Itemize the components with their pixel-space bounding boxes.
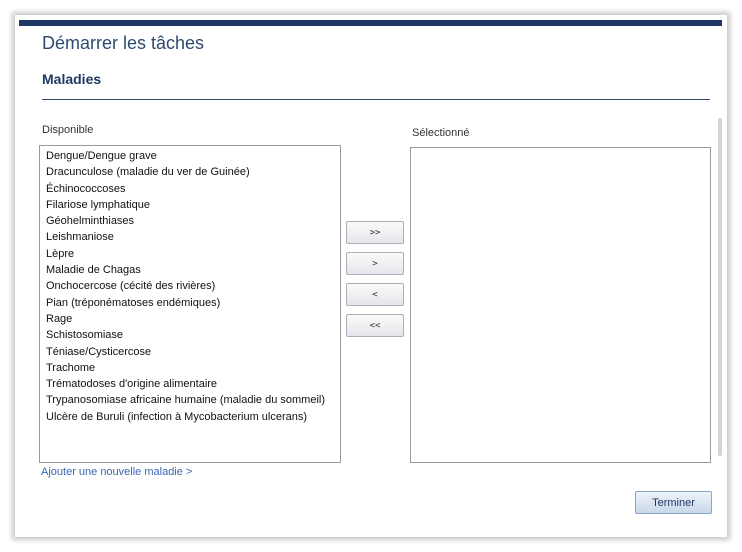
- move-all-right-button[interactable]: >>: [346, 221, 404, 244]
- move-left-button[interactable]: <: [346, 283, 404, 306]
- list-item[interactable]: Trypanosomiase africaine humaine (maladi…: [46, 392, 340, 408]
- header-bar: [19, 20, 722, 26]
- list-item[interactable]: Pian (tréponématoses endémiques): [46, 295, 340, 311]
- list-item[interactable]: Trachome: [46, 360, 340, 376]
- list-item[interactable]: Dracunculose (maladie du ver de Guinée): [46, 164, 340, 180]
- list-item[interactable]: Téniase/Cysticercose: [46, 344, 340, 360]
- list-item[interactable]: Onchocercose (cécité des rivières): [46, 278, 340, 294]
- selected-label: Sélectionné: [412, 127, 470, 139]
- selected-listbox[interactable]: [410, 147, 711, 463]
- list-item[interactable]: Échinococcoses: [46, 181, 340, 197]
- list-item[interactable]: Dengue/Dengue grave: [46, 148, 340, 164]
- available-listbox[interactable]: Dengue/Dengue grave Dracunculose (maladie…: [39, 145, 341, 463]
- section-title: Maladies: [42, 71, 102, 87]
- page-title: Démarrer les tâches: [42, 33, 205, 53]
- section-divider: [42, 99, 710, 100]
- list-item[interactable]: Trématodoses d'origine alimentaire: [46, 376, 340, 392]
- list-item[interactable]: Rage: [46, 311, 340, 327]
- move-all-left-button[interactable]: <<: [346, 314, 404, 337]
- list-item[interactable]: Ulcère de Buruli (infection à Mycobacter…: [46, 409, 340, 425]
- add-disease-link[interactable]: Ajouter une nouvelle maladie >: [41, 466, 192, 478]
- list-item[interactable]: Géohelminthiases: [46, 213, 340, 229]
- list-item[interactable]: Maladie de Chagas: [46, 262, 340, 278]
- dialog-frame: Démarrer les tâches Maladies Disponible …: [15, 15, 727, 537]
- list-item[interactable]: Schistosomiase: [46, 327, 340, 343]
- available-label: Disponible: [42, 124, 94, 136]
- scrollbar[interactable]: [718, 118, 722, 456]
- list-item[interactable]: Filariose lymphatique: [46, 197, 340, 213]
- move-right-button[interactable]: >: [346, 252, 404, 275]
- finish-button[interactable]: Terminer: [635, 491, 712, 514]
- list-item[interactable]: Lèpre: [46, 246, 340, 262]
- list-item[interactable]: Leishmaniose: [46, 229, 340, 245]
